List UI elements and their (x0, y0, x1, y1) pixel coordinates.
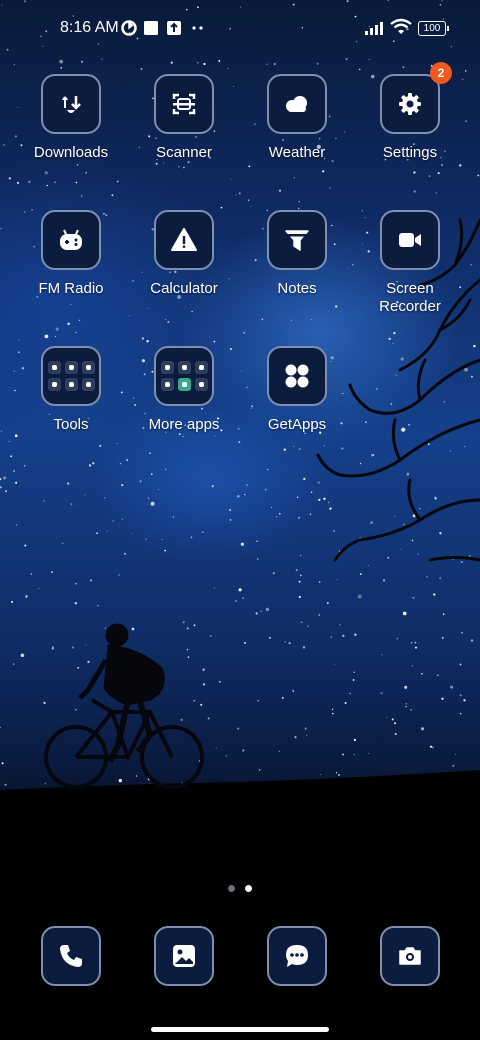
getapps-icon (285, 364, 309, 388)
messages-icon (286, 945, 308, 967)
app-fm-radio[interactable]: FM Radio (15, 210, 127, 298)
status-bar: 8:16 AM 100 (0, 0, 480, 56)
app-label: Downloads (33, 144, 109, 161)
sync-icon (121, 20, 137, 36)
folder-mini-app (194, 361, 208, 374)
battery-icon: 100 (418, 21, 449, 36)
calculator-tile[interactable] (154, 210, 214, 270)
folder-mini-app (160, 361, 174, 374)
notes-tile[interactable] (267, 210, 327, 270)
gallery-tile[interactable] (154, 926, 214, 986)
more-apps-folder-tile[interactable] (154, 346, 214, 406)
messages-tile[interactable] (267, 926, 327, 986)
settings-icon (399, 93, 421, 115)
folder-mini-app (81, 378, 95, 391)
tools-folder-icon (47, 361, 95, 391)
screen-recorder-tile[interactable] (380, 210, 440, 270)
folder-mini-app (81, 361, 95, 374)
notification-badge: 2 (430, 62, 452, 84)
folder-mini-app (160, 378, 174, 391)
settings-tile[interactable]: 2 (380, 62, 452, 134)
folder-mini-app (47, 361, 61, 374)
home-indicator[interactable] (151, 1027, 329, 1032)
notes-icon (285, 230, 309, 251)
folder-mini-app (64, 361, 78, 374)
phone-tile[interactable] (41, 926, 101, 986)
app-calculator[interactable]: Calculator (128, 210, 240, 298)
app-getapps[interactable]: GetApps (241, 346, 353, 434)
app-scanner[interactable]: Scanner (128, 74, 240, 162)
screen-recorder-icon (399, 233, 421, 247)
page-dot-1[interactable] (228, 885, 235, 892)
folder-mini-app (177, 361, 191, 374)
page-indicator[interactable] (228, 879, 262, 897)
calculator-icon (171, 228, 197, 251)
app-label: Settings (382, 144, 438, 161)
gallery-icon (173, 945, 195, 967)
upload-icon (167, 21, 181, 35)
status-time: 8:16 AM (60, 19, 119, 36)
app-tools-folder[interactable]: Tools (15, 346, 127, 434)
app-more-apps-folder[interactable]: More apps (128, 346, 240, 434)
downloads-icon (62, 96, 81, 113)
phone-icon (60, 945, 82, 967)
weather-icon (286, 96, 307, 112)
app-notes[interactable]: Notes (241, 210, 353, 298)
dock-phone[interactable] (15, 926, 127, 986)
downloads-tile[interactable] (41, 74, 101, 134)
dock-messages[interactable] (241, 926, 353, 986)
scanner-tile[interactable] (154, 74, 214, 134)
scanner-icon (172, 93, 196, 115)
folder-mini-app (47, 378, 61, 391)
folder-mini-app (177, 378, 191, 391)
fm-radio-icon (60, 229, 82, 250)
dock-gallery[interactable] (128, 926, 240, 986)
wifi-icon (390, 18, 412, 34)
dock-camera[interactable] (354, 926, 466, 986)
more-dots-icon (192, 26, 203, 30)
app-label: Tools (53, 416, 89, 433)
fm-radio-tile[interactable] (41, 210, 101, 270)
app-label: Scanner (156, 144, 212, 161)
app-label: More apps (148, 416, 220, 433)
page-dot-2-active[interactable] (245, 885, 252, 892)
app-label: Weather (268, 144, 326, 161)
app-settings[interactable]: 2 Settings (354, 62, 466, 162)
square-notification-icon (144, 21, 158, 35)
weather-tile[interactable] (267, 74, 327, 134)
more-apps-folder-icon (160, 361, 208, 391)
folder-mini-app (194, 378, 208, 391)
camera-tile[interactable] (380, 926, 440, 986)
app-screen-recorder[interactable]: Screen Recorder (354, 210, 466, 316)
app-downloads[interactable]: Downloads (15, 74, 127, 162)
app-label: FM Radio (38, 280, 104, 297)
app-label: GetApps (267, 416, 327, 433)
getapps-tile[interactable] (267, 346, 327, 406)
signal-icon (365, 22, 383, 35)
camera-icon (399, 947, 421, 965)
app-weather[interactable]: Weather (241, 74, 353, 162)
app-label: Notes (277, 280, 317, 297)
folder-mini-app (64, 378, 78, 391)
tools-folder-tile[interactable] (41, 346, 101, 406)
app-label: Screen Recorder (379, 280, 441, 315)
app-label: Calculator (150, 280, 218, 297)
